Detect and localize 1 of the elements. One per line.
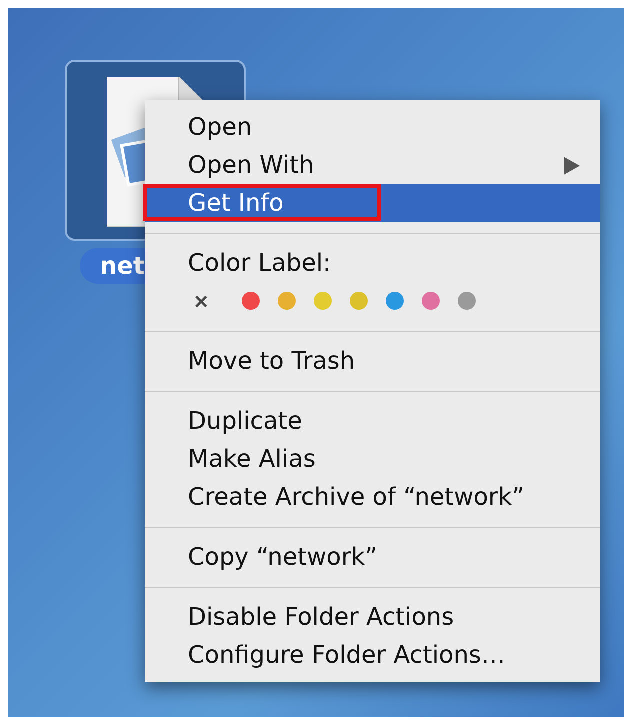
menu-section-label: Color Label: xyxy=(187,248,332,279)
